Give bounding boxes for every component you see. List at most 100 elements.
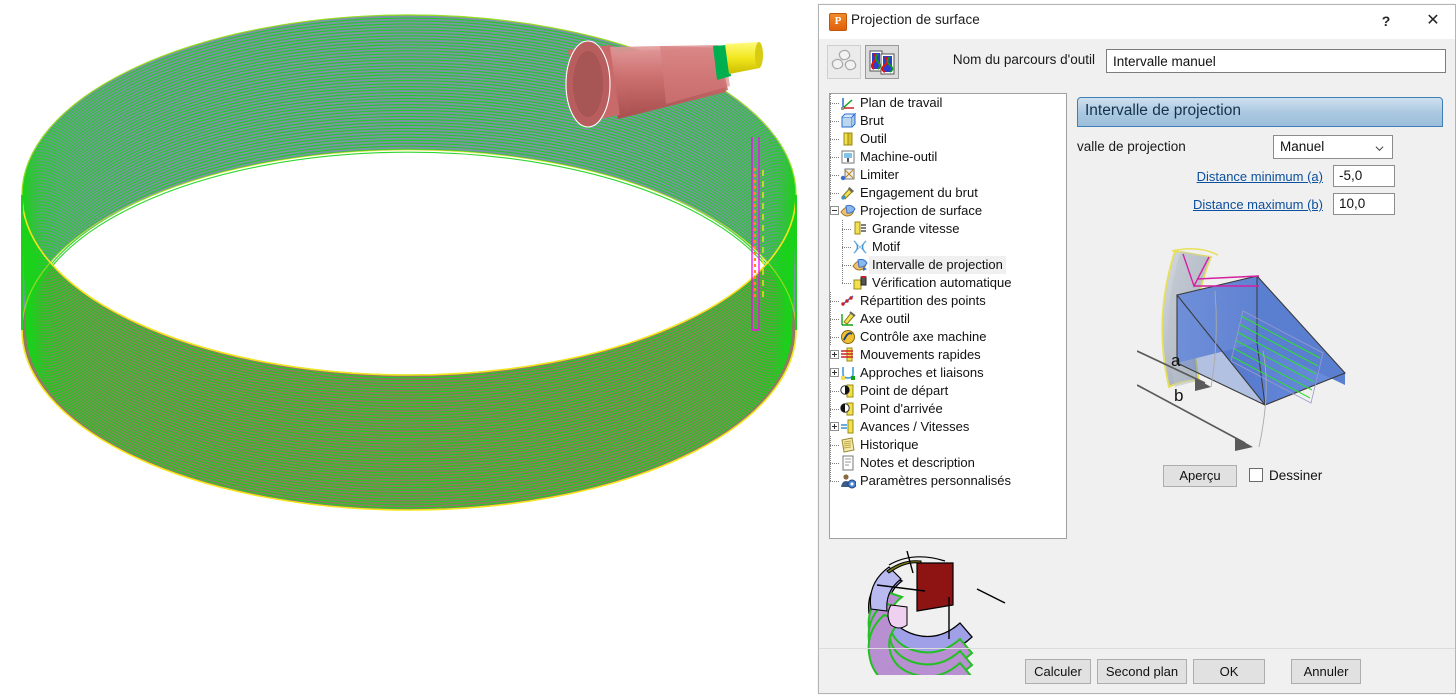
projection-de-surface-dialog: P Projection de surface ? ✕ [818, 4, 1456, 694]
tree-item-brut[interactable]: Brut [830, 112, 1066, 130]
ring-geometry [22, 15, 796, 510]
custom-settings-icon [840, 473, 857, 489]
tree-item-label: Plan de travail [857, 94, 945, 112]
draw-checkbox-box [1249, 468, 1263, 482]
projection-interval-params: Intervalle de projection valle de projec… [1077, 93, 1445, 533]
tree-item-contr-le-axe-machine[interactable]: Contrôle axe machine [830, 328, 1066, 346]
toolpath-pattern-icon[interactable] [865, 45, 899, 79]
tree-item-approches-et-liaisons[interactable]: Approches et liaisons [830, 364, 1066, 382]
tree-item-grande-vitesse[interactable]: Grande vitesse [830, 220, 1066, 238]
stock-cube-icon [840, 113, 857, 129]
tree-item-axe-outil[interactable]: Axe outil [830, 310, 1066, 328]
tree-item-projection-de-surface[interactable]: Projection de surface [830, 202, 1066, 220]
projection-interval-icon [852, 257, 869, 273]
tree-expander[interactable] [830, 346, 840, 364]
tree-connector [830, 130, 840, 148]
tree-item-engagement-du-brut[interactable]: Engagement du brut [830, 184, 1066, 202]
tree-item-label: Vérification automatique [869, 274, 1014, 292]
interval-mode-row: valle de projection Manuel [1077, 135, 1443, 159]
feeds-speeds-icon [840, 419, 857, 435]
tree-item-label: Approches et liaisons [857, 364, 987, 382]
surface-projection-icon [840, 203, 857, 219]
tree-connector [830, 454, 840, 472]
gear-cluster-glyph [828, 46, 860, 78]
tree-indent [830, 220, 842, 238]
tree-item-label: Contrôle axe machine [857, 328, 989, 346]
tree-item-plan-de-travail[interactable]: Plan de travail [830, 94, 1066, 112]
tree-item-label: Paramètres personnalisés [857, 472, 1014, 490]
draw-checkbox[interactable]: Dessiner [1249, 467, 1322, 485]
tree-item-point-d-arriv-e[interactable]: Point d'arrivée [830, 400, 1066, 418]
tree-item-intervalle-de-projection[interactable]: Intervalle de projection [830, 256, 1066, 274]
stock-engagement-icon [840, 185, 857, 201]
ok-button[interactable]: OK [1193, 659, 1265, 684]
tree-connector [830, 112, 840, 130]
tree-connector [830, 382, 840, 400]
tree-item-point-de-d-part[interactable]: Point de départ [830, 382, 1066, 400]
distance-minimum-input[interactable]: -5,0 [1333, 165, 1395, 187]
3d-viewport[interactable] [0, 0, 818, 697]
tree-item-r-partition-des-points[interactable]: Répartition des points [830, 292, 1066, 310]
calculate-button[interactable]: Calculer [1025, 659, 1091, 684]
tree-item-label: Notes et description [857, 454, 978, 472]
tree-item-mouvements-rapides[interactable]: Mouvements rapides [830, 346, 1066, 364]
tree-item-limiter[interactable]: Limiter [830, 166, 1066, 184]
cancel-button[interactable]: Annuler [1291, 659, 1361, 684]
tree-item-historique[interactable]: Historique [830, 436, 1066, 454]
distance-minimum-link[interactable]: Distance minimum (a) [1127, 169, 1323, 184]
high-speed-icon [852, 221, 869, 237]
toolpath-header: Nom du parcours d'outil Intervalle manue… [819, 38, 1455, 86]
start-point-icon [840, 383, 857, 399]
diagram-glyph: a b [1137, 223, 1437, 463]
projection-interval-diagram: a b [1137, 223, 1437, 463]
rapid-moves-icon [840, 347, 857, 363]
interval-mode-label: valle de projection [1077, 139, 1186, 154]
tree-item-avances-vitesses[interactable]: Avances / Vitesses [830, 418, 1066, 436]
machine-axis-control-icon [840, 329, 857, 345]
tree-connector [830, 472, 840, 490]
tree-item-label: Motif [869, 238, 903, 256]
tree-expander[interactable] [830, 418, 840, 436]
parameter-tree[interactable]: Plan de travailBrutOutilMachine-outilLim… [829, 93, 1067, 539]
end-point-icon [840, 401, 857, 417]
tree-connector [842, 238, 852, 256]
diagram-label-a: a [1171, 351, 1181, 370]
toolpath-name-input[interactable]: Intervalle manuel [1106, 49, 1446, 73]
background-button[interactable]: Second plan [1097, 659, 1187, 684]
tree-connector [830, 310, 840, 328]
close-button[interactable]: ✕ [1411, 5, 1455, 37]
tree-item-label: Outil [857, 130, 890, 148]
help-button[interactable]: ? [1364, 5, 1408, 37]
tree-item-outil[interactable]: Outil [830, 130, 1066, 148]
tree-connector [830, 292, 840, 310]
tree-item-label: Grande vitesse [869, 220, 962, 238]
tool-axis-icon [840, 311, 857, 327]
tree-connector [830, 166, 840, 184]
tree-item-label: Point de départ [857, 382, 951, 400]
tree-item-label: Historique [857, 436, 922, 454]
tree-item-v-rification-automatique[interactable]: Vérification automatique [830, 274, 1066, 292]
distance-maximum-input[interactable]: 10,0 [1333, 193, 1395, 215]
tree-connector [830, 148, 840, 166]
tool-icon [840, 131, 857, 147]
distance-maximum-link[interactable]: Distance maximum (b) [1127, 197, 1323, 212]
tree-expander[interactable] [830, 364, 840, 382]
tree-item-label: Répartition des points [857, 292, 989, 310]
tree-item-param-tres-personnalis-s[interactable]: Paramètres personnalisés [830, 472, 1066, 490]
pattern-icon [852, 239, 869, 255]
dialog-titlebar: P Projection de surface ? ✕ [819, 5, 1455, 39]
preview-button[interactable]: Aperçu [1163, 465, 1237, 487]
tree-expander[interactable] [830, 202, 840, 220]
dialog-title: Projection de surface [851, 12, 980, 27]
tree-item-machine-outil[interactable]: Machine-outil [830, 148, 1066, 166]
tree-item-notes-et-description[interactable]: Notes et description [830, 454, 1066, 472]
tree-item-label: Mouvements rapides [857, 346, 984, 364]
limit-icon [840, 167, 857, 183]
tree-item-motif[interactable]: Motif [830, 238, 1066, 256]
gear-cluster-icon[interactable] [827, 45, 861, 79]
tree-indent [830, 274, 842, 292]
interval-mode-select[interactable]: Manuel [1273, 135, 1393, 159]
tree-connector [842, 220, 852, 238]
point-distribution-icon [840, 293, 857, 309]
workplane-icon [840, 95, 857, 111]
